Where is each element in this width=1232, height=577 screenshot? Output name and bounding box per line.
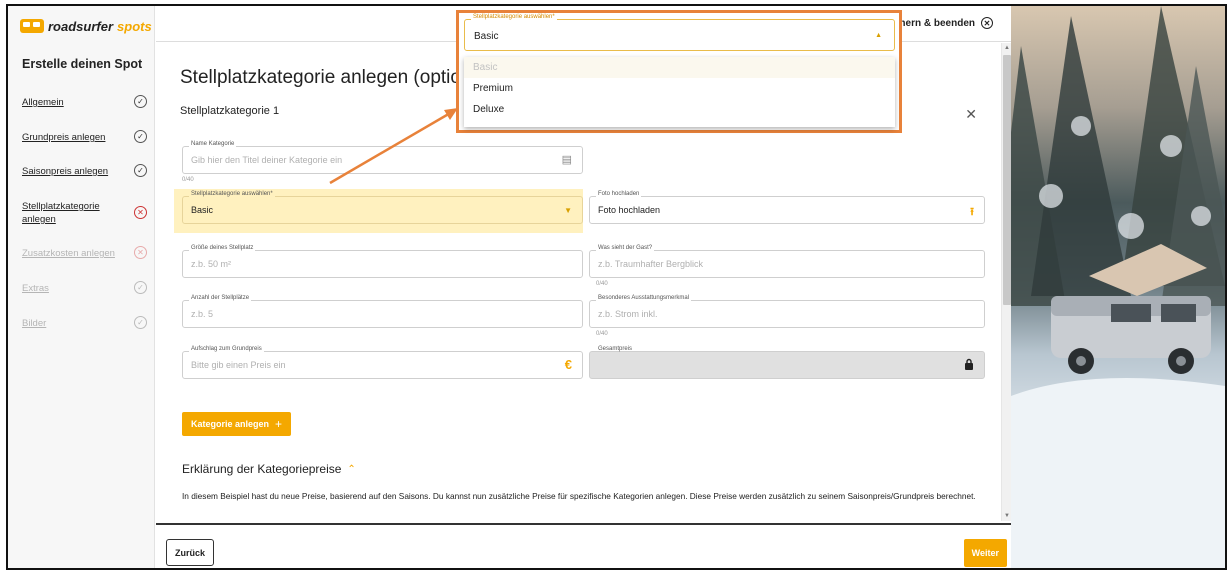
brand-name: roadsurfer	[48, 18, 114, 34]
next-button[interactable]: Weiter	[963, 539, 1007, 567]
sidebar-item-label: Stellplatzkategorie anlegen	[22, 201, 100, 225]
scrollbar[interactable]: ▲ ▼	[1001, 43, 1011, 521]
back-button[interactable]: Zurück	[166, 539, 215, 566]
field-label: Gesamtpreis	[598, 346, 633, 352]
scroll-up-icon[interactable]: ▲	[1004, 45, 1010, 51]
sidebar-item-extras[interactable]: Extras ✓	[22, 281, 147, 295]
field-placeholder: z.b. Strom inkl.	[598, 309, 658, 319]
option-deluxe[interactable]: Deluxe	[464, 99, 895, 120]
category-select[interactable]: Stellplatzkategorie auswählen* Basic ▼	[182, 191, 583, 224]
brand-name-suffix: spots	[117, 18, 152, 34]
char-counter: 0/40	[182, 177, 194, 183]
check-icon: ✓	[134, 164, 147, 177]
page-title: Stellplatzkategorie anlegen (optional)	[180, 67, 493, 88]
sidebar-item-label: Grundpreis anlegen	[22, 132, 106, 143]
feature-input[interactable]: Besonderes Ausstattungsmerkmal z.b. Stro…	[589, 295, 985, 328]
total-price-field: Gesamtpreis	[589, 346, 985, 379]
close-icon[interactable]: ✕	[965, 106, 977, 123]
option-basic[interactable]: Basic	[464, 57, 895, 78]
field-label: Anzahl der Stellplätze	[189, 295, 252, 301]
sidebar-item-label: Zusatzkosten anlegen	[22, 248, 115, 259]
check-icon: ✓	[134, 130, 147, 143]
upload-icon[interactable]: ⭱	[970, 203, 974, 222]
field-placeholder: z.b. 50 m²	[191, 259, 232, 269]
explanation-toggle[interactable]: Erklärung der Kategoriepreise ⌃	[182, 462, 356, 476]
sidebar-item-saisonpreis[interactable]: Saisonpreis anlegen ✓	[22, 164, 147, 178]
error-icon: ✕	[134, 246, 147, 259]
sidebar-item-zusatzkosten[interactable]: Zusatzkosten anlegen ✕	[22, 246, 147, 260]
guest-view-input[interactable]: Was sieht der Gast? z.b. Traumhafter Ber…	[589, 245, 985, 278]
chevron-up-icon: ⌃	[347, 463, 356, 475]
scroll-down-icon[interactable]: ▼	[1004, 513, 1010, 519]
field-placeholder: Gib hier den Titel deiner Kategorie ein	[191, 155, 343, 165]
sidebar-item-label: Extras	[22, 283, 49, 294]
field-value: Foto hochladen	[598, 205, 661, 215]
field-placeholder: Bitte gib einen Preis ein	[191, 360, 286, 370]
footer-bar: Zurück Weiter	[156, 523, 1011, 568]
field-placeholder: z.b. Traumhafter Bergblick	[598, 259, 704, 269]
lock-icon	[964, 358, 974, 373]
field-label: Was sieht der Gast?	[596, 245, 655, 251]
error-icon: ✕	[134, 206, 147, 219]
check-icon: ✓	[134, 281, 147, 294]
scrollbar-thumb[interactable]	[1003, 55, 1011, 305]
surcharge-input[interactable]: Aufschlag zum Grundpreis Bitte gib einen…	[182, 346, 583, 379]
dropdown-highlight: Stellplatzkategorie auswählen* Basic ▲ B…	[456, 10, 902, 133]
sidebar-title: Erstelle deinen Spot	[22, 57, 143, 71]
explanation-title: Erklärung der Kategoriepreise	[182, 462, 342, 476]
field-value: Basic	[474, 31, 499, 42]
explanation-text: In diesem Beispiel hast du neue Preise, …	[182, 491, 976, 501]
count-input[interactable]: Anzahl der Stellplätze z.b. 5	[182, 295, 583, 328]
char-counter: 0/40	[596, 281, 608, 287]
euro-icon: €	[564, 357, 572, 372]
chevron-down-icon: ▼	[564, 206, 572, 215]
text-icon: ▤	[561, 154, 572, 166]
close-circle-icon: ✕	[981, 17, 993, 29]
add-category-button[interactable]: Kategorie anlegen +	[182, 412, 292, 436]
field-label: Foto hochladen	[596, 191, 642, 197]
field-value: Basic	[191, 205, 214, 215]
sidebar-item-stellplatzkategorie[interactable]: Stellplatzkategorie anlegen ✕	[22, 200, 147, 226]
sidebar-item-label: Saisonpreis anlegen	[22, 166, 109, 177]
section-title: Stellplatzkategorie 1	[180, 105, 280, 117]
logo: roadsurfer spots	[20, 16, 152, 36]
add-category-label: Kategorie anlegen	[191, 419, 270, 429]
field-label: Aufschlag zum Grundpreis	[189, 346, 264, 352]
size-input[interactable]: Größe deines Stellplatz z.b. 50 m²	[182, 245, 583, 278]
field-label: Stellplatzkategorie auswählen*	[471, 14, 557, 20]
check-icon: ✓	[134, 316, 147, 329]
sidebar-item-bilder[interactable]: Bilder ✓	[22, 316, 147, 330]
sidebar-item-grundpreis[interactable]: Grundpreis anlegen ✓	[22, 130, 147, 144]
camper-winter-photo	[1011, 6, 1225, 568]
category-select-open[interactable]: Stellplatzkategorie auswählen* Basic ▲	[464, 14, 895, 51]
sidebar: roadsurfer spots Erstelle deinen Spot Al…	[8, 6, 155, 568]
field-label: Besonderes Ausstattungsmerkmal	[596, 295, 692, 301]
field-label: Größe deines Stellplatz	[189, 245, 256, 251]
field-label: Name Kategorie	[189, 141, 237, 147]
sidebar-item-label: Bilder	[22, 318, 47, 329]
char-counter: 0/40	[596, 331, 608, 337]
plus-icon: +	[275, 417, 283, 431]
option-premium[interactable]: Premium	[464, 78, 895, 99]
check-icon: ✓	[134, 95, 147, 108]
van-icon	[20, 19, 44, 33]
photo-upload-field[interactable]: Foto hochladen Foto hochladen ⭱	[589, 191, 985, 224]
sidebar-item-allgemein[interactable]: Allgemein ✓	[22, 95, 147, 109]
dropdown-menu: Basic Premium Deluxe	[464, 57, 895, 127]
category-name-input[interactable]: Name Kategorie Gib hier den Titel deiner…	[182, 141, 583, 174]
sidebar-item-label: Allgemein	[22, 97, 64, 108]
chevron-up-icon: ▲	[875, 32, 882, 39]
field-label: Stellplatzkategorie auswählen*	[189, 191, 275, 197]
field-placeholder: z.b. 5	[191, 309, 214, 319]
